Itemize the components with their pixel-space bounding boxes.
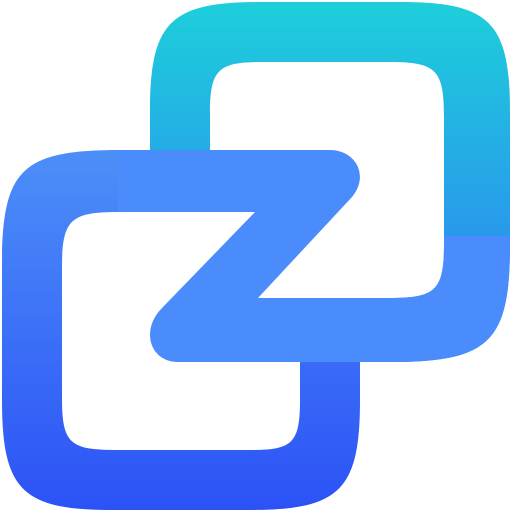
logo-canvas: [0, 0, 512, 512]
link-squares-icon: [2, 2, 510, 510]
